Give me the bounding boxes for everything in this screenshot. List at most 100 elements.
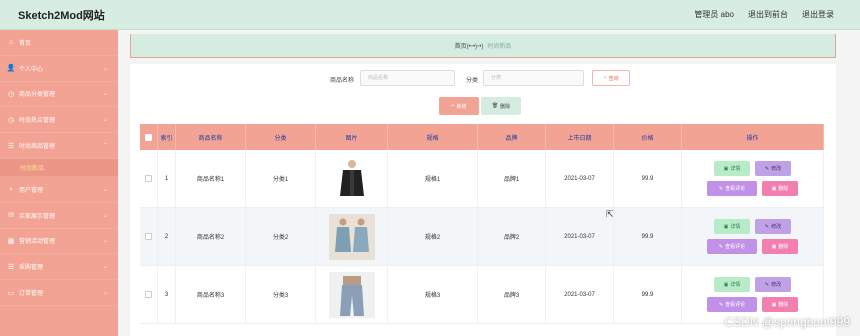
query-button[interactable]: ○ 查询 bbox=[592, 70, 630, 86]
search-icon: ○ bbox=[603, 75, 607, 81]
pencil-icon: ✎ bbox=[764, 165, 770, 172]
detail-button[interactable]: ▣ 详情 bbox=[714, 277, 750, 292]
sidebar-item-buyer-show[interactable]: ✉ 买家展示管理 ⌄ bbox=[0, 203, 118, 229]
cell-category: 分类2 bbox=[246, 208, 316, 265]
detail-label: 详情 bbox=[730, 282, 741, 288]
col-header-spec[interactable]: 规格 bbox=[388, 124, 478, 150]
cell-spec: 规格1 bbox=[388, 150, 478, 207]
row-select-cell bbox=[140, 266, 158, 323]
col-header-name[interactable]: 商品名称 bbox=[176, 124, 246, 150]
pencil-icon: ✎ bbox=[718, 243, 724, 250]
name-input[interactable]: 商品名称 bbox=[360, 70, 455, 86]
sidebar-item-label: 商品分类管理 bbox=[19, 92, 56, 99]
cell-brand: 品牌2 bbox=[478, 208, 546, 265]
chevron-down-icon: ⌄ bbox=[102, 238, 108, 245]
remove-label: 删除 bbox=[778, 244, 789, 250]
operation-bar: + 新增 🗑 删除 bbox=[130, 97, 836, 115]
trash-icon: ▣ bbox=[771, 185, 777, 192]
comment-label: 查看评论 bbox=[725, 186, 746, 192]
pencil-icon: ✎ bbox=[718, 301, 724, 308]
sidebar-item-home[interactable]: ⌂ 首页 bbox=[0, 30, 118, 56]
cell-spec: 规格3 bbox=[388, 266, 478, 323]
sidebar-item-marketing[interactable]: ▦ 营销活动管理 ⌄ bbox=[0, 229, 118, 255]
row-delete-button[interactable]: ▣ 删除 bbox=[762, 239, 798, 254]
view-comments-button[interactable]: ✎ 查看评论 bbox=[707, 297, 757, 312]
view-comments-button[interactable]: ✎ 查看评论 bbox=[707, 239, 757, 254]
cell-category: 分类1 bbox=[246, 150, 316, 207]
sidebar: ⌂ 首页 👤 个人中心 ⌄ ◷ 商品分类管理 ⌄ ◷ 时尚热点管理 ⌄ ☰ 时尚… bbox=[0, 30, 118, 336]
comment-label: 查看评论 bbox=[725, 302, 746, 308]
detail-button[interactable]: ▣ 详情 bbox=[714, 161, 750, 176]
cell-index: 2 bbox=[158, 208, 176, 265]
cell-name: 商品名称2 bbox=[176, 208, 246, 265]
sidebar-item-purchase[interactable]: ☰ 采购管理 ⌄ bbox=[0, 254, 118, 281]
sidebar-item-orders[interactable]: ▭ 订单管理 ⌄ bbox=[0, 280, 118, 306]
pencil-icon: ✎ bbox=[764, 281, 770, 288]
row-delete-button[interactable]: ▣ 删除 bbox=[762, 297, 798, 312]
edit-button[interactable]: ✎ 修改 bbox=[755, 219, 791, 234]
col-header-date[interactable]: 上市日期 bbox=[546, 124, 614, 150]
row-checkbox[interactable] bbox=[145, 233, 152, 240]
user-icon: 👤 bbox=[6, 65, 16, 73]
chevron-down-icon: ⌄ bbox=[102, 290, 108, 297]
category-input[interactable]: 分类 bbox=[483, 70, 584, 86]
select-all-checkbox[interactable] bbox=[145, 133, 152, 141]
row-checkbox[interactable] bbox=[145, 175, 152, 182]
col-header-image[interactable]: 图片 bbox=[316, 124, 388, 150]
sidebar-item-hotspot[interactable]: ◷ 时尚热点管理 ⌄ bbox=[0, 107, 118, 134]
cell-image bbox=[316, 150, 388, 207]
view-comments-button[interactable]: ✎ 查看评论 bbox=[707, 181, 757, 196]
breadcrumb-home[interactable]: 首页(•ᵕ•)ᵕ•) bbox=[455, 41, 484, 50]
edit-label: 修改 bbox=[771, 166, 782, 172]
add-button[interactable]: + 新增 bbox=[439, 97, 479, 115]
cell-date: 2021-03-07 bbox=[546, 150, 614, 207]
cell-name: 商品名称1 bbox=[176, 150, 246, 207]
product-image[interactable] bbox=[328, 155, 375, 202]
cell-spec: 规格2 bbox=[388, 208, 478, 265]
sidebar-item-products[interactable]: ☰ 时尚商品管理 ⌃ bbox=[0, 133, 118, 159]
plus-icon: + bbox=[451, 103, 455, 109]
detail-button[interactable]: ▣ 详情 bbox=[714, 219, 750, 234]
pencil-icon: ✎ bbox=[764, 223, 770, 230]
sidebar-subitem-new[interactable]: 时尚新品 bbox=[0, 158, 118, 177]
edit-button[interactable]: ✎ 修改 bbox=[755, 161, 791, 176]
add-button-label: 新增 bbox=[456, 103, 467, 110]
query-button-label: 查询 bbox=[608, 75, 619, 82]
sidebar-item-category[interactable]: ◷ 商品分类管理 ⌄ bbox=[0, 82, 118, 108]
pencil-icon: ✎ bbox=[718, 185, 724, 192]
remove-label: 删除 bbox=[778, 186, 789, 192]
col-header-price[interactable]: 价格 bbox=[614, 124, 682, 150]
cell-actions: ▣ 详情 ✎ 修改 ✎ 查看评论 ▣ 删除 bbox=[682, 208, 824, 265]
row-checkbox[interactable] bbox=[145, 291, 152, 298]
col-header-actions: 操作 bbox=[682, 124, 824, 150]
cell-image bbox=[316, 208, 388, 265]
chevron-down-icon: ⌄ bbox=[102, 65, 108, 72]
home-icon: ⌂ bbox=[8, 38, 14, 46]
front-link[interactable]: 退出到前台 bbox=[748, 9, 788, 20]
sidebar-item-label: 个人中心 bbox=[19, 66, 44, 73]
cell-price: 99.9 bbox=[614, 208, 682, 265]
delete-button[interactable]: 🗑 删除 bbox=[481, 97, 521, 115]
delete-button-label: 删除 bbox=[500, 103, 511, 110]
breadcrumb: 首页(•ᵕ•)ᵕ•) 时尚新品 bbox=[130, 34, 836, 58]
chevron-down-icon: ⌄ bbox=[102, 212, 108, 219]
product-image[interactable] bbox=[328, 213, 375, 260]
col-header-brand[interactable]: 品牌 bbox=[478, 124, 546, 150]
category-label: 分类 bbox=[466, 78, 479, 84]
cell-brand: 品牌3 bbox=[478, 266, 546, 323]
sidebar-item-label: 时尚新品 bbox=[20, 165, 45, 172]
col-header-category[interactable]: 分类 bbox=[246, 124, 316, 150]
row-delete-button[interactable]: ▣ 删除 bbox=[762, 181, 798, 196]
sidebar-item-users[interactable]: ▪ 用户管理 ⌄ bbox=[0, 177, 118, 203]
mail-icon: ✉ bbox=[8, 212, 14, 220]
logout-link[interactable]: 退出登录 bbox=[802, 9, 834, 20]
edit-button[interactable]: ✎ 修改 bbox=[755, 277, 791, 292]
product-image[interactable] bbox=[328, 271, 375, 318]
card-icon: ▭ bbox=[7, 289, 15, 297]
sidebar-item-profile[interactable]: 👤 个人中心 ⌄ bbox=[0, 56, 118, 82]
cell-price: 99.9 bbox=[614, 150, 682, 207]
sidebar-item-label: 首页 bbox=[19, 40, 32, 47]
mouse-cursor-icon: ⇱ bbox=[606, 209, 614, 219]
cell-index: 3 bbox=[158, 266, 176, 323]
document-icon: ▣ bbox=[723, 165, 729, 172]
